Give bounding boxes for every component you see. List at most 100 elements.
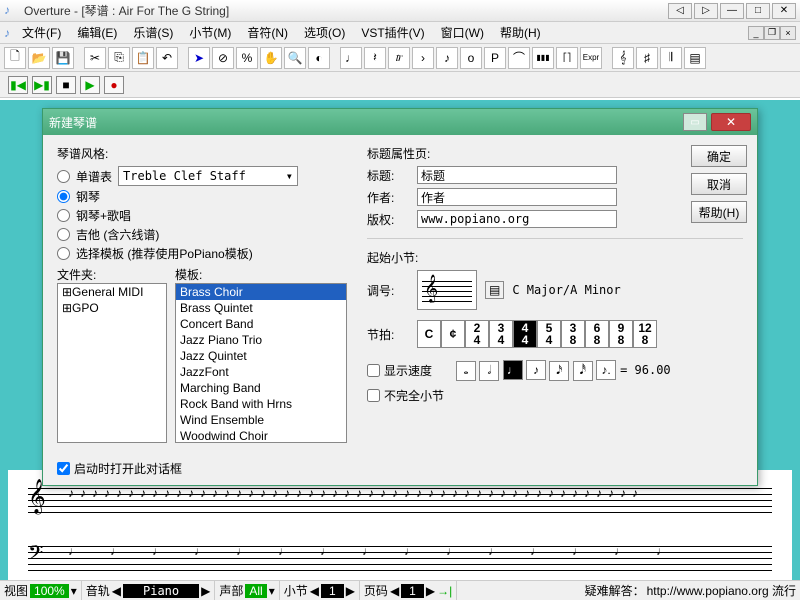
author-input[interactable] — [417, 188, 617, 206]
tempo-note-whole[interactable]: 𝅝 — [456, 361, 476, 381]
paste-button[interactable]: 📋 — [132, 47, 154, 69]
menu-window[interactable]: 窗口(W) — [433, 22, 492, 43]
undo-button[interactable]: ↶ — [156, 47, 178, 69]
play-from-button[interactable]: ▶▮ — [32, 76, 52, 94]
ts-3-8[interactable]: 38 — [561, 320, 585, 348]
new-button[interactable]: 🗋 — [4, 47, 26, 69]
dialog-close[interactable]: ✕ — [711, 113, 751, 131]
cancel-button[interactable]: 取消 — [691, 173, 747, 195]
pointer-tool[interactable]: ➤ — [188, 47, 210, 69]
templates-listbox[interactable]: Brass Choir Brass Quintet Concert Band J… — [175, 283, 347, 443]
track-prev-icon[interactable]: ◀ — [112, 584, 121, 598]
radio-guitar[interactable] — [57, 228, 70, 241]
accent-tool[interactable]: › — [412, 47, 434, 69]
template-item[interactable]: JazzFont — [176, 364, 346, 380]
o-tool[interactable]: o — [460, 47, 482, 69]
nav-back-button[interactable]: ◁ — [668, 3, 692, 19]
rewind-button[interactable]: ▮◀ — [8, 76, 28, 94]
menu-help[interactable]: 帮助(H) — [492, 22, 549, 43]
ts-2-4[interactable]: 24 — [465, 320, 489, 348]
key-tool[interactable]: ♯ — [636, 47, 658, 69]
clef-combo[interactable]: Treble Clef Staff — [118, 166, 298, 186]
rest-tool[interactable]: 𝄽 — [364, 47, 386, 69]
ts-common[interactable]: C — [417, 320, 441, 348]
minimize-button[interactable]: — — [720, 3, 744, 19]
record-button[interactable]: ● — [104, 76, 124, 94]
mdi-close[interactable]: × — [780, 26, 796, 40]
folders-listbox[interactable]: ⊞General MIDI ⊞GPO — [57, 283, 167, 443]
color-tool[interactable]: ◐ — [308, 47, 330, 69]
stop-button[interactable]: ■ — [56, 76, 76, 94]
ts-6-8[interactable]: 68 — [585, 320, 609, 348]
tempo-checkbox[interactable] — [367, 364, 380, 377]
ts-cut[interactable]: ¢ — [441, 320, 465, 348]
radio-piano-vocal[interactable] — [57, 209, 70, 222]
expr-tool[interactable]: Expr — [580, 47, 602, 69]
dynamic-tool[interactable]: ♪ — [436, 47, 458, 69]
tempo-note-quarter[interactable]: ♩ — [503, 360, 523, 380]
folder-item[interactable]: ⊞GPO — [58, 300, 166, 316]
zoom-value[interactable]: 100% — [30, 584, 69, 598]
template-item[interactable]: Jazz Piano Trio — [176, 332, 346, 348]
template-item[interactable]: Marching Band — [176, 380, 346, 396]
radio-template[interactable] — [57, 247, 70, 260]
menu-measure[interactable]: 小节(M) — [181, 22, 239, 43]
slur-tool[interactable]: ⌒ — [508, 47, 530, 69]
faq-link[interactable]: http://www.popiano.org 流行 — [647, 582, 796, 599]
menu-file[interactable]: 文件(F) — [14, 22, 69, 43]
incomplete-checkbox[interactable] — [367, 389, 380, 402]
maximize-button[interactable]: □ — [746, 3, 770, 19]
ts-4-4[interactable]: 44 — [513, 320, 537, 348]
tempo-note-32nd[interactable]: 𝅘𝅥𝅰 — [573, 361, 593, 381]
ts-5-4[interactable]: 54 — [537, 320, 561, 348]
menu-vst[interactable]: VST插件(V) — [353, 22, 432, 43]
close-button[interactable]: ✕ — [772, 3, 796, 19]
bracket-tool[interactable]: ⎡⎤ — [556, 47, 578, 69]
menu-options[interactable]: 选项(O) — [296, 22, 353, 43]
mdi-restore[interactable]: ❐ — [764, 26, 780, 40]
keysig-preview[interactable]: 𝄞 — [417, 270, 477, 310]
play-button[interactable]: ▶ — [80, 76, 100, 94]
help-button[interactable]: 帮助(H) — [691, 201, 747, 223]
folder-item[interactable]: ⊞General MIDI — [58, 284, 166, 300]
save-button[interactable]: 💾 — [52, 47, 74, 69]
tempo-note-dot[interactable]: ♪. — [596, 360, 616, 380]
voice-down-icon[interactable]: ▾ — [269, 584, 275, 598]
ts-9-8[interactable]: 98 — [609, 320, 633, 348]
instrument-display[interactable]: Piano — [123, 584, 199, 598]
track-next-icon[interactable]: ▶ — [201, 584, 210, 598]
menu-edit[interactable]: 编辑(E) — [69, 22, 125, 43]
measure-value[interactable]: 1 — [321, 584, 344, 598]
note-tool[interactable]: ♩ — [340, 47, 362, 69]
startup-checkbox[interactable] — [57, 462, 70, 475]
page-prev-icon[interactable]: ◀ — [390, 584, 399, 598]
percent-tool[interactable]: % — [236, 47, 258, 69]
cut-button[interactable]: ✂ — [84, 47, 106, 69]
hand-tool[interactable]: ✋ — [260, 47, 282, 69]
page-value[interactable]: 1 — [401, 584, 424, 598]
ts-3-4[interactable]: 34 — [489, 320, 513, 348]
keysig-stepper[interactable]: ▤ — [485, 281, 504, 299]
chord-tool[interactable]: ▤ — [684, 47, 706, 69]
ornament-tool[interactable]: 𝆖 — [388, 47, 410, 69]
ok-button[interactable]: 确定 — [691, 145, 747, 167]
voice-value[interactable]: All — [245, 584, 266, 598]
measure-prev-icon[interactable]: ◀ — [310, 584, 319, 598]
erase-tool[interactable]: ⊘ — [212, 47, 234, 69]
tempo-note-16th[interactable]: 𝅘𝅥𝅯 — [549, 361, 569, 381]
template-item[interactable]: Brass Choir — [176, 284, 346, 300]
zoom-tool[interactable]: 🔍 — [284, 47, 306, 69]
template-item[interactable]: Woodwind Choir — [176, 428, 346, 443]
menu-score[interactable]: 乐谱(S) — [125, 22, 181, 43]
zoom-down-icon[interactable]: ▾ — [71, 584, 77, 598]
page-end-icon[interactable]: →| — [437, 584, 452, 598]
title-input[interactable] — [417, 166, 617, 184]
tremolo-tool[interactable]: ▮▮▮ — [532, 47, 554, 69]
radio-piano[interactable] — [57, 190, 70, 203]
tempo-note-half[interactable]: 𝅗𝅥 — [479, 361, 499, 381]
template-item[interactable]: Brass Quintet — [176, 300, 346, 316]
mdi-minimize[interactable]: _ — [748, 26, 764, 40]
copy-button[interactable]: ⎘ — [108, 47, 130, 69]
template-item[interactable]: Concert Band — [176, 316, 346, 332]
template-item[interactable]: Rock Band with Hrns — [176, 396, 346, 412]
